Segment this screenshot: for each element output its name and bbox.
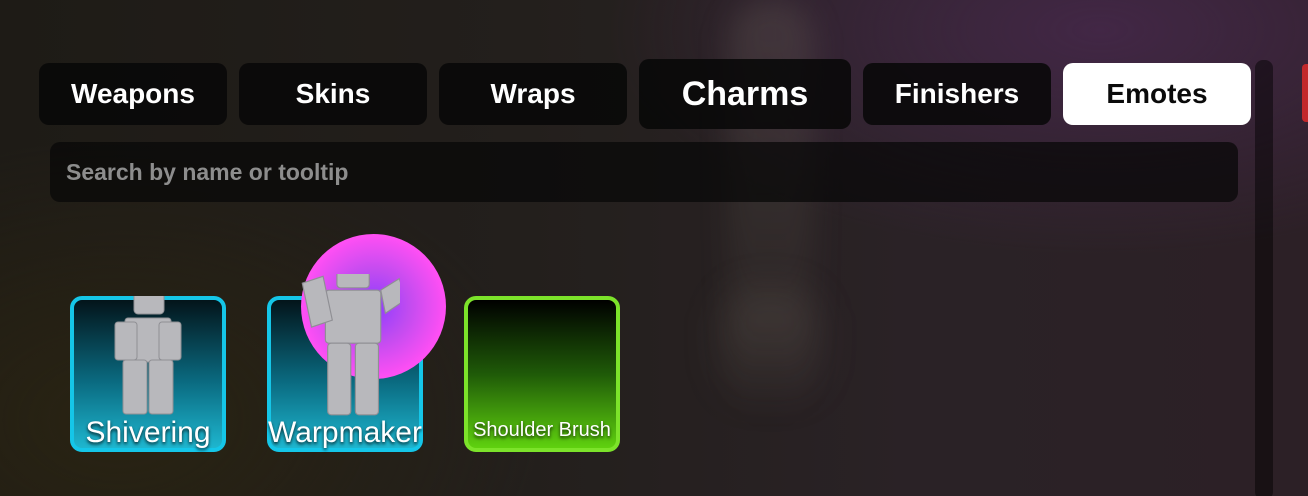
avatar-crouching-icon — [114, 296, 182, 415]
tab-emotes[interactable]: Emotes — [1063, 63, 1251, 125]
category-tabs: Weapons Skins Wraps Charms Finishers Emo… — [39, 58, 1251, 129]
emote-card-shoulder-brush[interactable]: Shoulder Brush — [464, 296, 620, 452]
emote-card-warpmaker[interactable]: Warpmaker — [267, 234, 446, 452]
tab-charms[interactable]: Charms — [639, 59, 851, 129]
emote-name: Warpmaker — [268, 416, 422, 449]
emote-name: Shivering — [85, 416, 211, 449]
close-button-edge[interactable] — [1302, 64, 1308, 122]
scrollbar[interactable] — [1255, 60, 1273, 496]
avatar-casting-icon — [301, 274, 400, 416]
tab-wraps[interactable]: Wraps — [439, 63, 627, 125]
tab-finishers[interactable]: Finishers — [863, 63, 1051, 125]
emote-name: Shoulder Brush — [473, 419, 611, 441]
search-input[interactable]: Search by name or tooltip — [50, 142, 1238, 202]
tab-skins[interactable]: Skins — [239, 63, 427, 125]
search-placeholder: Search by name or tooltip — [66, 158, 349, 185]
background-blur — [720, 290, 820, 410]
emote-card-shivering[interactable]: Shivering — [70, 296, 226, 452]
tab-weapons[interactable]: Weapons — [39, 63, 227, 125]
